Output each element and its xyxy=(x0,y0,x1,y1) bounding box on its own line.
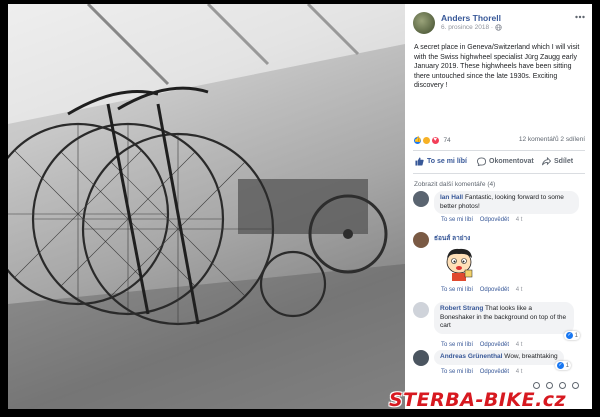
watermark-part2: BIKE.cz xyxy=(483,389,567,411)
like-button[interactable]: To se mi líbí xyxy=(415,157,467,166)
like-reaction-icon: 👍 xyxy=(413,136,422,145)
comment-like-badge[interactable]: ✓ 1 xyxy=(564,331,581,341)
comment-like-link[interactable]: To se mi líbí xyxy=(441,342,473,348)
commenter-name[interactable]: Andreas Grünenthal xyxy=(440,353,502,360)
comment-meta: To se mi líbí Odpovědět 4 t xyxy=(441,217,527,223)
comment-time[interactable]: 4 t xyxy=(516,369,523,375)
post-options-button[interactable] xyxy=(575,11,585,22)
commenter-avatar[interactable] xyxy=(413,350,429,366)
post-side-panel: Anders Thorell 6. prosince 2018 · A secr… xyxy=(405,4,592,409)
divider xyxy=(413,150,585,151)
love-reaction-icon: ♥ xyxy=(430,136,440,145)
post-date[interactable]: 6. prosince 2018 · xyxy=(441,24,502,31)
comment-meta: To se mi líbí Odpovědět 4 t xyxy=(441,287,527,293)
comment-bubble: Andreas Grünenthal Wow, breathtaking xyxy=(434,350,564,365)
thumbs-up-icon xyxy=(415,157,424,166)
comment-meta: To se mi líbí Odpovědět 4 t xyxy=(441,342,527,348)
comment-meta: To se mi líbí Odpovědět 4 t xyxy=(441,369,527,375)
like-badge-icon: ✓ xyxy=(566,332,573,339)
camera-icon[interactable] xyxy=(546,382,553,389)
comment-like-link[interactable]: To se mi líbí xyxy=(441,287,473,293)
comment-reply-link[interactable]: Odpovědět xyxy=(480,217,509,223)
comment-button-label: Okomentovat xyxy=(489,158,534,165)
comment-bubble: Ian Hall Fantastic, looking forward to s… xyxy=(434,191,579,214)
share-button-label: Sdílet xyxy=(554,158,574,165)
watermark-part1: STERBA- xyxy=(389,389,484,411)
emoji-icon[interactable] xyxy=(533,382,540,389)
post-date-text: 6. prosince 2018 · xyxy=(441,24,495,32)
comment-text: Wow, breathtaking xyxy=(504,353,558,360)
divider xyxy=(413,173,585,174)
post-header: Anders Thorell 6. prosince 2018 · xyxy=(413,11,585,39)
comment-time[interactable]: 4 t xyxy=(516,342,523,348)
commenter-name[interactable]: ธ่อนส์ ลาย่าง xyxy=(434,233,470,243)
comment-like-count: 1 xyxy=(565,363,570,370)
comment-button[interactable]: Okomentovat xyxy=(477,157,534,166)
reaction-count: 74 xyxy=(443,137,451,144)
commenter-avatar[interactable] xyxy=(413,232,429,248)
comment-like-count: 1 xyxy=(574,333,579,340)
comment-reply-link[interactable]: Odpovědět xyxy=(480,369,509,375)
comment-share-counts: 12 komentářů 2 sdílení xyxy=(519,136,585,143)
comment-reply-link[interactable]: Odpovědět xyxy=(480,342,509,348)
share-button[interactable]: Sdílet xyxy=(542,157,573,166)
commenter-name[interactable]: Ian Hall xyxy=(440,194,463,201)
like-button-label: To se mi líbí xyxy=(427,158,467,165)
share-count[interactable]: 2 sdílení xyxy=(560,136,585,143)
comment-time[interactable]: 4 t xyxy=(516,217,523,223)
share-arrow-icon xyxy=(542,157,551,166)
commenter-name[interactable]: Robert Strang xyxy=(440,305,483,312)
comment-time[interactable]: 4 t xyxy=(516,287,523,293)
reaction-summary[interactable]: 👍 ♥ 74 xyxy=(413,136,451,145)
cartoon-sticker-image xyxy=(446,248,473,281)
comment-bubble: Robert Strang That looks like a Boneshak… xyxy=(434,302,574,334)
author-avatar[interactable] xyxy=(413,12,435,34)
view-more-comments-link[interactable]: Zobrazit další komentáře (4) xyxy=(414,181,495,188)
post-photo[interactable] xyxy=(8,4,405,409)
comment-reply-link[interactable]: Odpovědět xyxy=(480,287,509,293)
comment-like-link[interactable]: To se mi líbí xyxy=(441,217,473,223)
highwheel-bicycles-image xyxy=(8,4,405,409)
post-actions: To se mi líbí Okomentovat Sdílet xyxy=(413,155,585,169)
like-badge-icon: ✓ xyxy=(557,362,564,369)
viewer-frame: Anders Thorell 6. prosince 2018 · A secr… xyxy=(0,0,600,417)
post-stats: 👍 ♥ 74 12 komentářů 2 sdílení xyxy=(413,135,585,147)
post-text: A secret place in Geneva/Switzerland whi… xyxy=(414,44,580,89)
comment-count[interactable]: 12 komentářů xyxy=(519,136,559,143)
sticker-icon[interactable] xyxy=(572,382,579,389)
site-watermark: STERBA-BIKE.cz xyxy=(389,389,566,411)
gif-icon[interactable] xyxy=(559,382,566,389)
commenter-avatar[interactable] xyxy=(413,302,429,318)
speech-bubble-icon xyxy=(477,157,486,166)
wow-reaction-icon xyxy=(421,136,431,145)
globe-icon xyxy=(495,24,502,31)
author-name[interactable]: Anders Thorell xyxy=(441,13,501,23)
comment-like-link[interactable]: To se mi líbí xyxy=(441,369,473,375)
comment-like-badge[interactable]: ✓ 1 xyxy=(555,361,572,371)
commenter-avatar[interactable] xyxy=(413,191,429,207)
horizontal-dots-icon xyxy=(575,15,585,19)
